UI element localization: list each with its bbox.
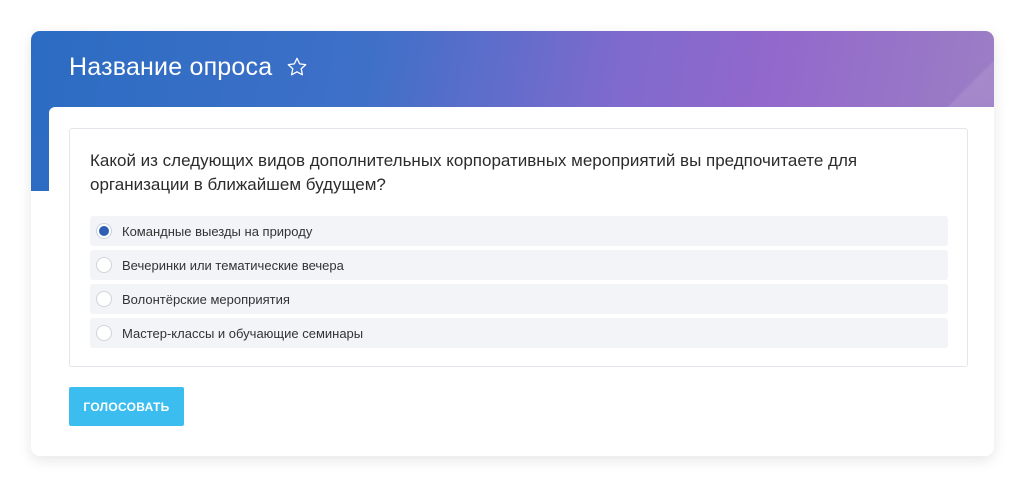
poll-title: Название опроса bbox=[69, 53, 273, 81]
radio-button[interactable] bbox=[96, 325, 112, 341]
poll-widget: Название опроса Какой из следующих видов… bbox=[31, 31, 994, 456]
question-card: Какой из следующих видов дополнительных … bbox=[69, 128, 968, 367]
question-text: Какой из следующих видов дополнительных … bbox=[90, 151, 858, 194]
options-list: Командные выезды на природу Вечеринки ил… bbox=[90, 216, 948, 352]
option-label: Командные выезды на природу bbox=[122, 223, 313, 239]
option-label: Мастер-классы и обучающие семинары bbox=[122, 325, 364, 341]
option-item[interactable]: Вечеринки или тематические вечера bbox=[90, 250, 948, 280]
option-label: Вечеринки или тематические вечера bbox=[122, 257, 344, 273]
option-item[interactable]: Командные выезды на природу bbox=[90, 216, 948, 246]
star-outline-icon[interactable] bbox=[286, 56, 308, 78]
option-item[interactable]: Мастер-классы и обучающие семинары bbox=[90, 318, 948, 348]
poll-body: Какой из следующих видов дополнительных … bbox=[49, 107, 994, 456]
radio-button[interactable] bbox=[96, 291, 112, 307]
option-item[interactable]: Волонтёрские мероприятия bbox=[90, 284, 948, 314]
radio-button-selected[interactable] bbox=[96, 223, 112, 239]
radio-button[interactable] bbox=[96, 257, 112, 273]
vote-button[interactable]: ГОЛОСОВАТЬ bbox=[69, 387, 184, 426]
option-label: Волонтёрские мероприятия bbox=[122, 291, 290, 307]
